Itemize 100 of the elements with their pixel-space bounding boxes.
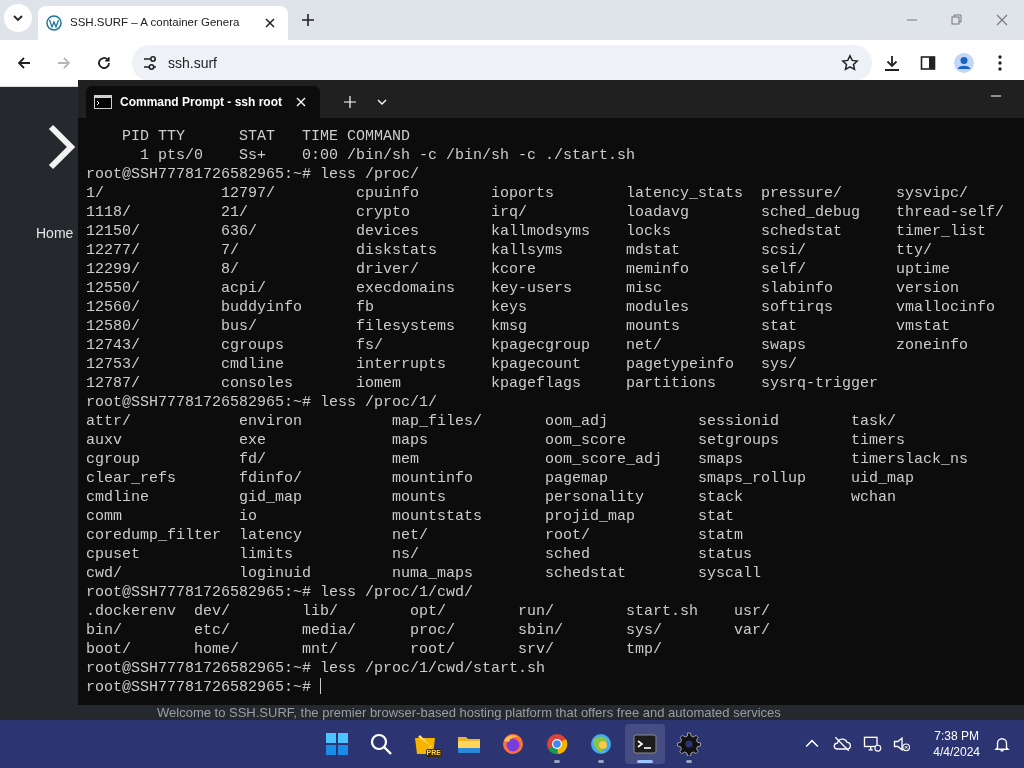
terminal-tab[interactable]: Command Prompt - ssh root — [86, 86, 320, 118]
address-bar[interactable]: ssh.surf — [132, 45, 872, 81]
windows-logo-icon — [325, 732, 349, 756]
file-entry: start.sh — [626, 602, 699, 621]
file-entry: ns/ — [392, 545, 420, 564]
file-entry: sys/ — [626, 621, 663, 640]
file-entry: home/ — [194, 640, 240, 659]
file-entry: sysrq-trigger — [761, 374, 879, 393]
file-entry: pressure/ — [761, 184, 843, 203]
close-icon — [265, 18, 275, 28]
file-entry: auxv — [86, 431, 122, 450]
prompt-text: root@SSH77781726582965:~# — [86, 584, 312, 601]
file-entry: bus/ — [221, 317, 258, 336]
file-entry: sysvipc/ — [896, 184, 969, 203]
command-text: less /proc/1/cwd/ — [320, 584, 474, 601]
file-entry: etc/ — [194, 621, 231, 640]
file-entry: mountinfo — [392, 469, 474, 488]
caret-icon — [12, 12, 24, 24]
file-entry: fdinfo/ — [239, 469, 303, 488]
running-indicator — [598, 760, 604, 763]
file-entry: 1118/ — [86, 203, 131, 222]
file-entry: smaps_rollup — [698, 469, 807, 488]
file-entry: sched_debug — [761, 203, 861, 222]
prompt-text: root@SSH77781726582965:~# — [86, 679, 312, 696]
terminal-output-line: PID TTY STAT TIME COMMAND — [121, 127, 412, 146]
file-entry: setgroups — [698, 431, 780, 450]
network-monitor-icon — [862, 734, 883, 754]
command-text: less /proc/1/cwd/start.sh — [320, 660, 546, 677]
console-icon — [94, 95, 112, 109]
file-entry: task/ — [851, 412, 897, 431]
file-entry: cgroups — [221, 336, 285, 355]
file-entry: 8/ — [221, 260, 240, 279]
file-entry: vmallocinfo — [896, 298, 996, 317]
file-entry: fd/ — [239, 450, 267, 469]
file-entry: sched — [545, 545, 591, 564]
file-entry: acpi/ — [221, 279, 267, 298]
prompt-text: root@SSH77781726582965:~# — [86, 166, 312, 183]
file-entry: 636/ — [221, 222, 258, 241]
file-entry: misc — [626, 279, 663, 298]
file-entry: map_files/ — [392, 412, 483, 431]
file-entry: 12277/ — [86, 241, 140, 260]
file-entry: limits — [239, 545, 294, 564]
file-entry: kpagecount — [491, 355, 582, 374]
file-entry: keys — [491, 298, 528, 317]
file-entry: 12580/ — [86, 317, 140, 336]
file-entry: buddyinfo — [221, 298, 303, 317]
file-entry: lib/ — [302, 602, 339, 621]
gear-icon — [677, 732, 701, 756]
file-entry: proc/ — [410, 621, 456, 640]
terminal-button[interactable] — [625, 724, 665, 764]
file-entry: attr/ — [86, 412, 131, 431]
command-text: less /proc/1/ — [320, 394, 438, 411]
file-entry: 21/ — [221, 203, 249, 222]
file-entry: iomem — [356, 374, 402, 393]
file-entry: uid_map — [851, 469, 915, 488]
file-entry: devices — [356, 222, 420, 241]
clock-button[interactable]: 7:38 PM 4/4/2024 — [927, 724, 986, 764]
chevron-right-icon[interactable] — [46, 123, 78, 171]
reload-icon — [96, 55, 112, 71]
file-entry: media/ — [302, 621, 357, 640]
command-text: less /proc/ — [320, 166, 420, 183]
side-panel-icon — [920, 55, 936, 71]
file-entry: comm — [86, 507, 122, 526]
file-entry: 1/ — [86, 184, 104, 203]
caret-icon — [377, 97, 387, 107]
file-entry: 12560/ — [86, 298, 140, 317]
file-entry: gid_map — [239, 488, 303, 507]
file-entry: consoles — [221, 374, 294, 393]
file-entry: fb — [356, 298, 375, 317]
running-indicator — [637, 760, 653, 763]
running-indicator — [554, 760, 560, 763]
home-link[interactable]: Home — [36, 223, 74, 244]
file-entry: uptime — [896, 260, 951, 279]
file-entry: cpuset — [86, 545, 140, 564]
file-entry: irq/ — [491, 203, 528, 222]
back-arrow-icon — [16, 55, 32, 71]
browser-tab[interactable]: SSH.SURF – A container Genera — [38, 6, 288, 40]
globe-icon — [589, 732, 613, 756]
file-entry: cgroup — [86, 450, 140, 469]
file-entry: .dockerenv — [86, 602, 176, 621]
file-entry: partitions — [626, 374, 717, 393]
file-entry: projid_map — [545, 507, 636, 526]
file-entry: root/ — [545, 526, 591, 545]
file-entry: maps — [392, 431, 429, 450]
file-entry: srv/ — [518, 640, 555, 659]
file-entry: stat — [698, 507, 735, 526]
terminal-icon — [633, 732, 657, 756]
tab-list-button[interactable] — [4, 4, 32, 32]
file-entry: statm — [698, 526, 744, 545]
file-entry: net/ — [392, 526, 429, 545]
file-entry: cmdline — [221, 355, 285, 374]
speaker-muted-icon — [892, 734, 913, 754]
ring-globe-icon — [545, 732, 569, 756]
file-entry: mem — [392, 450, 420, 469]
file-entry: root/ — [410, 640, 456, 659]
file-entry: boot/ — [86, 640, 131, 659]
file-entry: 12299/ — [86, 260, 140, 279]
file-entry: exe — [239, 431, 267, 450]
file-entry: cpuinfo — [356, 184, 420, 203]
file-entry: sys/ — [761, 355, 798, 374]
